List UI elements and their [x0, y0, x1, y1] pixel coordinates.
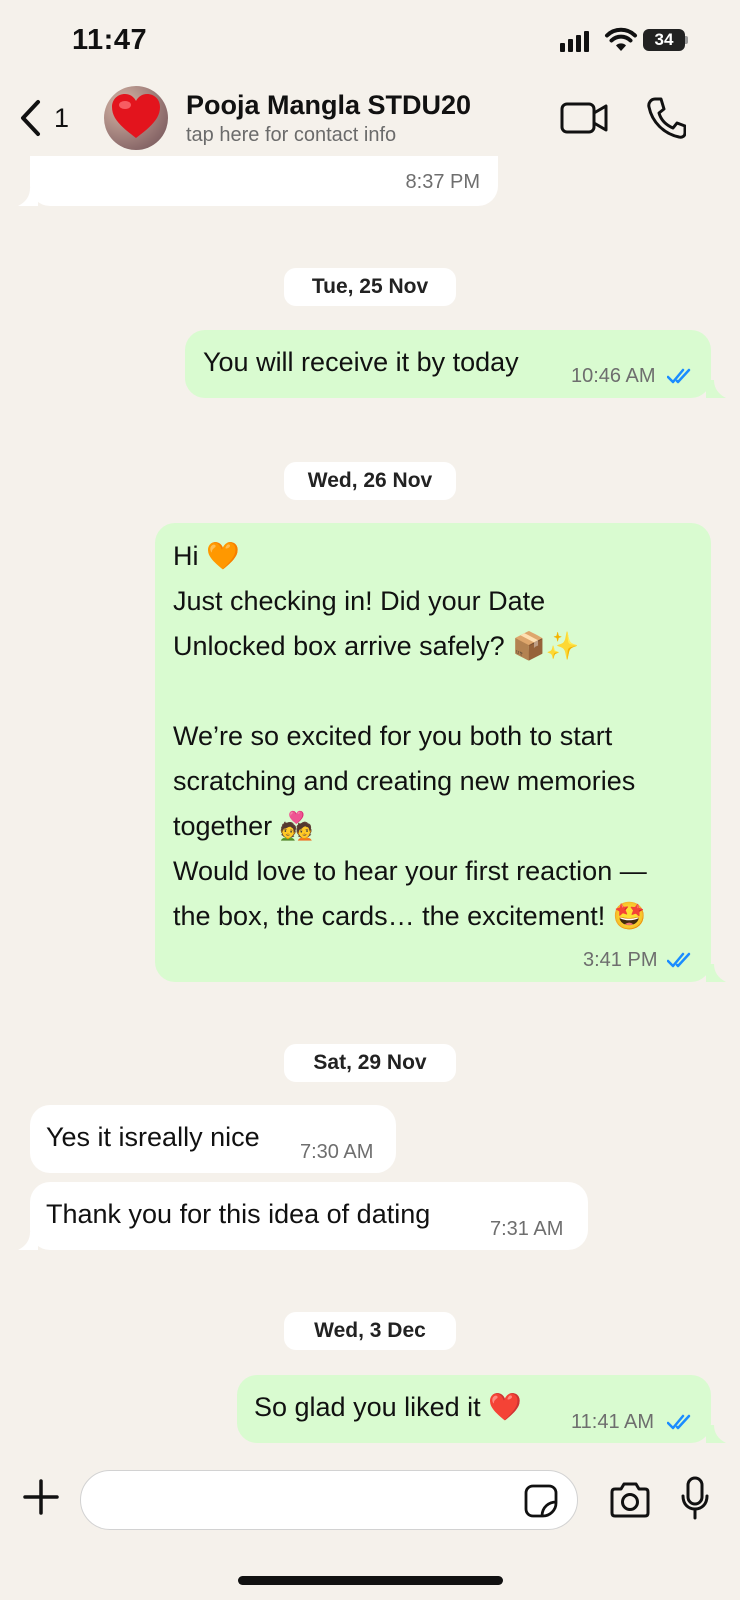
home-indicator[interactable]	[238, 1576, 503, 1585]
message-bubble-outgoing[interactable]: Hi 🧡 Just checking in! Did your Date Unl…	[155, 523, 711, 982]
message-line: We’re so excited for you both to start	[173, 721, 613, 751]
double-check-icon	[667, 368, 691, 384]
battery-icon: 34	[643, 29, 689, 51]
message-line	[173, 669, 647, 714]
bubble-tail	[706, 964, 726, 982]
wifi-icon	[605, 27, 637, 51]
date-separator: Tue, 25 Nov	[284, 268, 456, 306]
cellular-signal-icon	[560, 30, 589, 52]
message-text: Thank you for this idea of dating	[46, 1199, 431, 1229]
bubble-tail	[18, 1232, 38, 1250]
microphone-icon[interactable]	[680, 1476, 710, 1520]
message-text: So glad you liked it ❤️	[254, 1392, 522, 1422]
message-line: together 💑	[173, 811, 314, 841]
date-separator: Wed, 26 Nov	[284, 462, 456, 500]
message-line: scratching and creating new memories	[173, 766, 636, 796]
double-check-icon	[667, 952, 691, 968]
back-button[interactable]: 1	[18, 96, 82, 140]
message-time: 3:41 PM	[583, 949, 658, 971]
heart-avatar-icon	[112, 94, 160, 138]
message-bubble-outgoing[interactable]: You will receive it by today 10:46 AM	[185, 330, 711, 398]
date-separator: Wed, 3 Dec	[284, 1312, 456, 1350]
video-call-icon[interactable]	[560, 98, 610, 138]
phone-icon[interactable]	[646, 96, 686, 140]
double-check-icon	[667, 1414, 691, 1430]
status-time: 11:47	[72, 24, 148, 56]
battery-level: 34	[643, 29, 685, 51]
contact-info-hint[interactable]: tap here for contact info	[186, 124, 396, 147]
bubble-tail	[706, 1425, 726, 1443]
message-time: 10:46 AM	[571, 365, 656, 387]
message-line: Would love to hear your first reaction —	[173, 856, 647, 886]
avatar[interactable]	[104, 86, 168, 150]
chat-header: 1 Pooja Mangla STDU20 tap here for conta…	[0, 84, 740, 156]
bubble-tail	[706, 380, 726, 398]
message-text: You will receive it by today	[203, 347, 519, 377]
status-bar: 11:47 34	[0, 0, 740, 84]
message-line: Just checking in! Did your Date	[173, 586, 546, 616]
unread-count: 1	[54, 102, 70, 133]
message-line: Unlocked box arrive safely? 📦✨	[173, 631, 580, 661]
message-time: 11:41 AM	[571, 1411, 655, 1433]
message-bubble-outgoing[interactable]: So glad you liked it ❤️ 11:41 AM	[237, 1375, 711, 1443]
message-line: the box, the cards… the excitement! 🤩	[173, 901, 647, 931]
bubble-tail	[18, 188, 38, 206]
camera-icon[interactable]	[608, 1482, 652, 1518]
contact-name[interactable]: Pooja Mangla STDU20	[186, 90, 471, 121]
message-bubble-incoming[interactable]: Yes it isreally nice 7:30 AM	[30, 1105, 396, 1173]
message-time: 7:31 AM	[490, 1218, 564, 1240]
message-time: 7:30 AM	[300, 1141, 374, 1163]
message-line: Hi 🧡	[173, 541, 240, 571]
message-bubble-incoming[interactable]: 8:37 PM	[30, 150, 498, 206]
message-text: Yes it isreally nice	[46, 1122, 260, 1152]
message-time: 8:37 PM	[405, 171, 480, 193]
message-bubble-incoming[interactable]: Thank you for this idea of dating 7:31 A…	[30, 1182, 588, 1250]
sticker-icon[interactable]	[524, 1484, 558, 1518]
message-input[interactable]	[80, 1470, 578, 1530]
date-separator: Sat, 29 Nov	[284, 1044, 456, 1082]
chevron-left-icon	[21, 100, 40, 136]
plus-icon[interactable]	[22, 1478, 60, 1516]
